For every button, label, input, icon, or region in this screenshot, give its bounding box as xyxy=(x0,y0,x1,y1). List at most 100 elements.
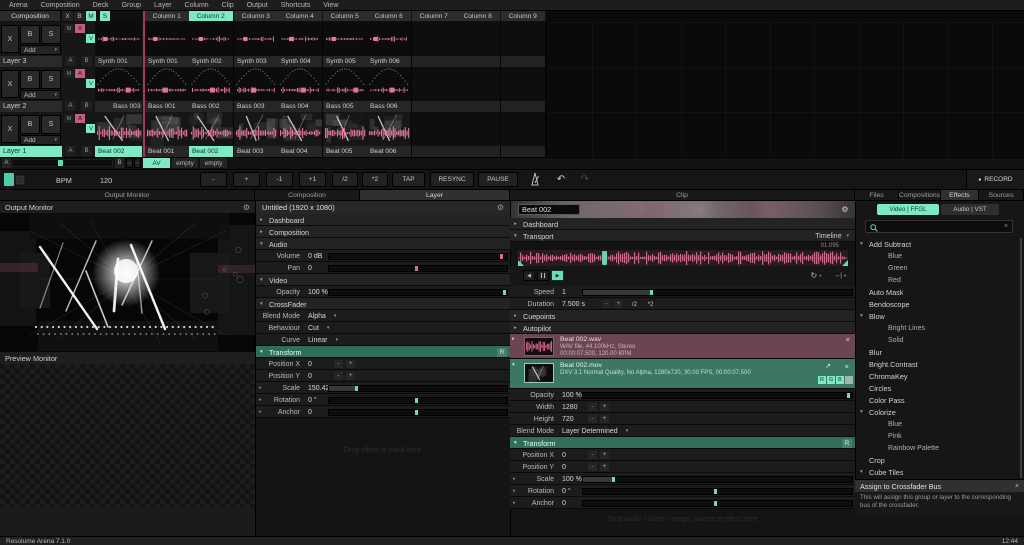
param-slider[interactable] xyxy=(328,253,508,260)
column-header-6[interactable]: Column 6 xyxy=(367,11,411,21)
param-value[interactable]: 0 xyxy=(308,370,312,382)
column-header-9[interactable]: Column 9 xyxy=(501,11,545,21)
section-row-cuepoints[interactable]: ▸Cuepoints xyxy=(510,310,855,322)
layer-name-layer-1[interactable]: Layer 1 xyxy=(0,146,62,157)
duration-double-button[interactable]: *2 xyxy=(644,300,657,308)
tab-layer[interactable]: Layer xyxy=(360,190,510,201)
composition-s-button[interactable]: S xyxy=(100,11,110,21)
param-value[interactable]: 1280 xyxy=(562,401,578,413)
clip-cell-layer-2-col4[interactable]: Bass 004 xyxy=(278,67,322,112)
clip-cell-layer-2-col2[interactable]: Bass 002 xyxy=(189,67,233,112)
layer-add-dropdown-layer-3[interactable]: Add▾ xyxy=(20,45,61,55)
crossfader-option-button-2[interactable]: ▭ xyxy=(134,158,141,168)
section-row-transport[interactable]: ▾TransportTimeline▾ xyxy=(510,230,855,242)
play-direction-button[interactable]: →|▾ xyxy=(830,270,850,281)
param-value[interactable]: 0 xyxy=(308,262,312,274)
layer-preview-thumb-layer-3[interactable] xyxy=(95,22,142,56)
stepper-minus-button[interactable]: - xyxy=(334,360,343,368)
effect-item-auto-mask[interactable]: Auto Mask xyxy=(855,286,1022,298)
channel-a-button[interactable] xyxy=(845,376,853,384)
crossfader-b-button[interactable]: B xyxy=(115,158,124,168)
gear-icon[interactable]: ⚙ xyxy=(497,203,504,212)
layer-close-button-layer-1[interactable]: X xyxy=(1,115,19,143)
clip-cell-layer-1-col5[interactable]: Beat 005 xyxy=(323,112,367,157)
param-slider[interactable] xyxy=(328,409,508,416)
tab-effects[interactable]: Effects xyxy=(941,190,979,201)
layer-solo-button-layer-2[interactable]: S xyxy=(41,70,61,89)
effect-preset-add-subtract-blue[interactable]: Blue xyxy=(855,250,1022,262)
clip-cell-layer-1-col7[interactable] xyxy=(412,112,456,157)
stepper-plus-button[interactable]: + xyxy=(600,463,609,471)
param-dropdown[interactable]: Alpha▾ xyxy=(308,310,336,322)
param-value[interactable]: 7.500 s xyxy=(562,298,585,310)
video-file-row[interactable]: ▾Beat 002.movDXV 3.1 Normal Quality, No … xyxy=(510,359,855,389)
clip-cell-layer-1-col1[interactable]: Beat 001 xyxy=(145,112,189,157)
slider-handle[interactable] xyxy=(612,477,615,482)
tab-compositions[interactable]: Compositions xyxy=(899,190,941,201)
param-dropdown[interactable]: Cut▾ xyxy=(308,322,329,334)
slider-handle[interactable] xyxy=(500,254,503,259)
param-slider[interactable] xyxy=(582,289,853,296)
layer-bus-b-button-layer-3[interactable]: B xyxy=(81,56,92,66)
section-row-dashboard[interactable]: ▸Dashboard xyxy=(510,218,855,230)
close-icon[interactable]: × xyxy=(1004,221,1008,232)
clip-cell-layer-3-col5[interactable]: Synth 005 xyxy=(323,22,367,67)
stepper-plus-button[interactable]: + xyxy=(600,415,609,423)
param-slider[interactable] xyxy=(328,265,508,272)
menu-item-deck[interactable]: Deck xyxy=(93,2,109,9)
layer-solo-button-layer-1[interactable]: S xyxy=(41,115,61,134)
effect-item-blow[interactable]: ▾Blow xyxy=(855,310,1022,322)
column-header-8[interactable]: Column 8 xyxy=(456,11,500,21)
crossfader-handle[interactable] xyxy=(58,160,63,166)
bpm-button-2[interactable]: *2 xyxy=(362,172,388,187)
layer-bus-a-button-layer-2[interactable]: A xyxy=(65,101,76,111)
menu-item-output[interactable]: Output xyxy=(247,2,268,9)
clip-cell-layer-1-col4[interactable]: Beat 004 xyxy=(278,112,322,157)
channel-g-button[interactable]: G xyxy=(827,376,835,384)
stepper-minus-button[interactable]: - xyxy=(588,451,597,459)
param-slider[interactable] xyxy=(582,392,853,399)
transform-header-row[interactable]: ▾TransformR xyxy=(256,346,510,358)
tab-composition[interactable]: Composition xyxy=(255,190,360,201)
menu-item-column[interactable]: Column xyxy=(185,2,209,9)
clip-cell-layer-3-col6[interactable]: Synth 006 xyxy=(367,22,411,67)
effect-item-blur[interactable]: Blur xyxy=(855,346,1022,358)
layer-preview-label-layer-1[interactable]: Beat 002 xyxy=(95,146,142,157)
slider-handle[interactable] xyxy=(415,410,418,415)
layer-m-button-layer-1[interactable]: M xyxy=(64,114,74,123)
play-button[interactable]: ▶ xyxy=(551,270,564,281)
crossfader-av-button[interactable]: AV xyxy=(143,158,170,168)
bpm-button-1[interactable]: -1 xyxy=(266,172,293,187)
clip-cell-layer-2-col6[interactable]: Bass 006 xyxy=(367,67,411,112)
layer-audio-button-layer-2[interactable]: A xyxy=(75,69,85,78)
bpm-button-1[interactable]: +1 xyxy=(299,172,326,187)
reset-button[interactable]: R xyxy=(842,439,852,448)
layer-m-button-layer-2[interactable]: M xyxy=(64,69,74,78)
param-slider[interactable] xyxy=(582,488,853,495)
param-slider[interactable] xyxy=(328,397,508,404)
column-header-4[interactable]: Column 4 xyxy=(278,11,322,21)
param-value[interactable]: 100 % xyxy=(562,473,582,485)
slider-handle[interactable] xyxy=(714,489,717,494)
tab-clip[interactable]: Clip xyxy=(510,190,855,201)
slider-handle[interactable] xyxy=(714,501,717,506)
effects-scrollbar[interactable] xyxy=(1020,238,1022,478)
layer-m-button-layer-3[interactable]: M xyxy=(64,24,74,33)
stepper-plus-button[interactable]: + xyxy=(600,403,609,411)
column-header-1[interactable]: Column 1 xyxy=(145,11,189,21)
param-slider[interactable] xyxy=(328,289,508,296)
stepper-plus-button[interactable]: + xyxy=(346,360,355,368)
layer-preview-label-layer-2[interactable]: Bass 003 xyxy=(95,101,142,112)
tab-files[interactable]: Files xyxy=(855,190,899,201)
loop-mode-button[interactable]: ↻▾ xyxy=(806,270,826,281)
param-value[interactable]: 0 ° xyxy=(308,394,317,406)
menu-item-group[interactable]: Group xyxy=(122,2,141,9)
effect-preset-blow-solid[interactable]: Solid xyxy=(855,334,1022,346)
effect-item-add-subtract[interactable]: ▾Add Subtract xyxy=(855,238,1022,250)
clip-cell-layer-1-col9[interactable] xyxy=(501,112,545,157)
layer-bus-a-button-layer-3[interactable]: A xyxy=(65,56,76,66)
section-row-composition[interactable]: ▸Composition xyxy=(256,226,510,238)
expand-icon[interactable]: ↗ xyxy=(825,362,831,370)
effect-item-bright-contrast[interactable]: Bright.Contrast xyxy=(855,358,1022,370)
slider-handle[interactable] xyxy=(503,290,506,295)
